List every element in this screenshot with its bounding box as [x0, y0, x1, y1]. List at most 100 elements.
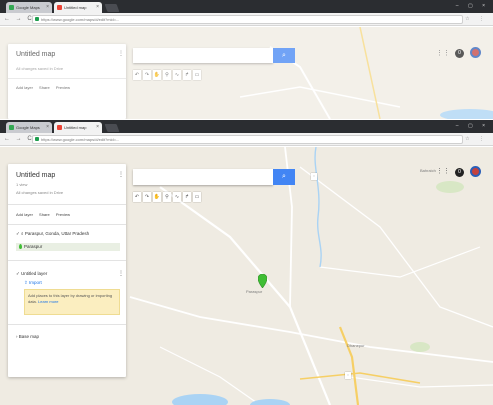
learn-more-link[interactable]: Learn more	[38, 299, 58, 304]
base-map-row[interactable]: › Base map	[16, 334, 39, 339]
close-icon[interactable]: ×	[96, 2, 99, 13]
bottom-map-canvas[interactable]: Paraspur Bahraich Dhanepur Untitled map …	[0, 147, 493, 405]
import-link[interactable]: ⇪ Import	[24, 280, 42, 286]
url-text: https://www.google.com/maps/d/edit?mid=.…	[41, 17, 120, 22]
ruler-icon[interactable]: ▭	[193, 70, 201, 80]
tab-label: Untitled map	[64, 125, 87, 130]
top-tab-untitled-map[interactable]: Untitled map ×	[54, 2, 102, 13]
search-icon: ⌕	[282, 52, 286, 59]
window-controls[interactable]: – ▢ ×	[456, 3, 489, 9]
close-icon[interactable]: ×	[96, 122, 99, 133]
hand-icon[interactable]: ✋	[153, 70, 161, 80]
add-layer-button[interactable]: Add layer	[16, 85, 33, 90]
marker-icon[interactable]: ⚲	[163, 70, 171, 80]
map-panel: Untitled map ⋮ 1 view All changes saved …	[8, 164, 126, 377]
new-tab-button[interactable]	[104, 124, 120, 132]
divider	[8, 224, 126, 225]
divider	[8, 324, 126, 325]
place-label-dhanepur: Dhanepur	[347, 343, 365, 348]
url-field[interactable]: https://www.google.com/maps/d/edit?mid=.…	[32, 15, 463, 24]
top-tabbar: Google Maps × Untitled map × – ▢ ×	[0, 0, 493, 13]
apps-icon[interactable]: ⋮⋮	[436, 49, 450, 57]
checkbox-icon[interactable]: ✓	[16, 231, 20, 236]
bottom-tab-untitled-map[interactable]: Untitled map ×	[54, 122, 102, 133]
bottom-tabbar: Google Maps × Untitled map × – ▢ ×	[0, 120, 493, 133]
layer-item-label: Paraspur	[24, 244, 43, 249]
more-vert-icon[interactable]: ⋮	[118, 270, 124, 277]
browser-menu-icons[interactable]: ☆ ⋮	[465, 16, 488, 22]
notifications-icon[interactable]: 0	[455, 168, 464, 177]
draw-line-icon[interactable]: ∿	[173, 192, 181, 202]
save-status: All changes saved in Drive	[16, 190, 64, 195]
url-field[interactable]: https://www.google.com/maps/d/edit?mid=.…	[32, 135, 463, 144]
top-search-button[interactable]: ⌕	[273, 48, 295, 63]
bottom-address-bar: ← → C https://www.google.com/maps/d/edit…	[0, 133, 493, 146]
ruler-icon[interactable]: ▭	[193, 192, 201, 202]
tab-label: Untitled map	[64, 5, 87, 10]
top-tab-google-maps[interactable]: Google Maps ×	[6, 2, 52, 13]
close-icon[interactable]: ×	[46, 122, 49, 133]
avatar[interactable]	[470, 47, 481, 58]
panel-actions: Add layer Share Preview	[16, 85, 75, 90]
import-label: Import	[29, 280, 42, 285]
draw-line-icon[interactable]: ∿	[173, 70, 181, 80]
browser-menu-icons[interactable]: ☆ ⋮	[465, 136, 488, 142]
layer-paraspur-header[interactable]: ✓ ⌕ Paraspur, Gonda, Uttar Pradesh	[16, 231, 89, 237]
save-status: All changes saved in Drive	[16, 66, 64, 71]
road-shield-icon: ▫	[311, 173, 317, 180]
map-title[interactable]: Untitled map	[16, 172, 55, 179]
top-address-bar: ← → C https://www.google.com/maps/d/edit…	[0, 13, 493, 26]
import-icon: ⇪	[24, 280, 28, 285]
top-search-input[interactable]	[133, 48, 273, 63]
panel-actions: Add layer Share Preview	[16, 212, 75, 217]
nav-buttons[interactable]: ← → C	[4, 136, 34, 142]
lock-icon	[35, 17, 39, 21]
layer-title[interactable]: Untitled layer	[21, 271, 47, 276]
redo-icon[interactable]: ↷	[143, 192, 151, 202]
marker-icon[interactable]: ⚲	[163, 192, 171, 202]
road-shield-icon: ▫	[345, 372, 351, 379]
hand-icon[interactable]: ✋	[153, 192, 161, 202]
layer-empty-note: Add places to this layer by drawing or i…	[24, 289, 120, 315]
more-vert-icon[interactable]: ⋮	[118, 50, 124, 57]
notifications-icon[interactable]: 0	[455, 49, 464, 58]
checkbox-icon[interactable]: ✓	[16, 271, 20, 276]
map-marker-icon[interactable]	[258, 274, 267, 288]
share-button[interactable]: Share	[39, 212, 50, 217]
lock-icon	[35, 137, 39, 141]
layer-item-paraspur[interactable]: Paraspur	[16, 243, 120, 251]
add-layer-button[interactable]: Add layer	[16, 212, 33, 217]
close-icon[interactable]: ×	[46, 2, 49, 13]
divider	[8, 78, 126, 79]
undo-icon[interactable]: ↶	[133, 192, 141, 202]
search-button[interactable]: ⌕	[273, 169, 295, 185]
directions-icon[interactable]: ↱	[183, 192, 191, 202]
more-vert-icon[interactable]: ⋮	[118, 171, 124, 178]
preview-button[interactable]: Preview	[56, 212, 70, 217]
search-input[interactable]	[133, 169, 273, 185]
divider	[8, 204, 126, 205]
directions-icon[interactable]: ↱	[183, 70, 191, 80]
layer-title[interactable]: Paraspur, Gonda, Uttar Pradesh	[25, 231, 89, 236]
maps-favicon-icon	[9, 125, 14, 130]
map-title[interactable]: Untitled map	[16, 51, 55, 58]
undo-icon[interactable]: ↶	[133, 70, 141, 80]
search-icon: ⌕	[282, 173, 286, 180]
avatar[interactable]	[470, 166, 481, 177]
place-pin-icon	[19, 244, 22, 249]
nav-buttons[interactable]: ← → C	[4, 16, 34, 22]
preview-button[interactable]: Preview	[56, 85, 70, 90]
share-button[interactable]: Share	[39, 85, 50, 90]
screenshot-root: Google Maps × Untitled map × – ▢ × ← → C…	[0, 0, 493, 405]
view-count: 1 view	[16, 182, 28, 187]
layer-untitled-header[interactable]: ✓ Untitled layer	[16, 271, 47, 277]
redo-icon[interactable]: ↷	[143, 70, 151, 80]
window-controls[interactable]: – ▢ ×	[456, 123, 489, 129]
apps-icon[interactable]: ⋮⋮	[436, 167, 450, 175]
notification-count: 0	[458, 169, 461, 175]
bottom-tab-google-maps[interactable]: Google Maps ×	[6, 122, 52, 133]
tab-label: Google Maps	[16, 125, 40, 130]
new-tab-button[interactable]	[104, 4, 120, 12]
top-map-canvas[interactable]: Untitled map ⋮ All changes saved in Driv…	[0, 27, 493, 119]
base-map-label: Base map	[18, 334, 40, 339]
